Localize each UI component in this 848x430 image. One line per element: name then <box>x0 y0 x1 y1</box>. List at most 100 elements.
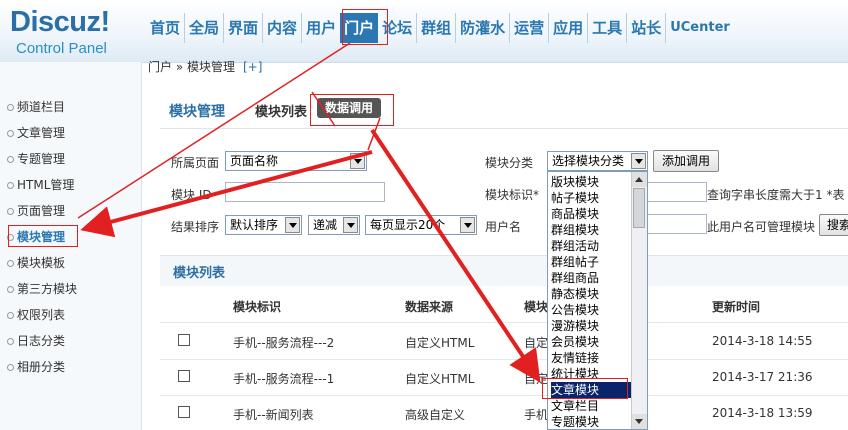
column-header-module: 模块 <box>524 300 549 314</box>
tab-module-list[interactable]: 模块列表 <box>255 101 307 120</box>
breadcrumb: 门户 » 模块管理 [+] <box>148 53 848 81</box>
sidebar-item-html[interactable]: HTML管理 <box>0 172 141 198</box>
page-select-value: 页面名称 <box>230 154 279 168</box>
dropdown-option[interactable]: 群组商品 <box>551 270 631 286</box>
bullet-icon <box>7 260 14 267</box>
sidebar-item-album-category[interactable]: 相册分类 <box>0 354 141 380</box>
column-header-updated: 更新时间 <box>712 300 761 314</box>
dropdown-option[interactable]: 公告模块 <box>551 302 631 318</box>
chevron-down-icon <box>631 153 646 169</box>
row-divider <box>160 395 848 396</box>
dropdown-option[interactable]: 静态模块 <box>551 286 631 302</box>
bullet-icon <box>7 312 14 319</box>
dropdown-option[interactable]: 帖子模块 <box>551 190 631 206</box>
scroll-down-icon[interactable] <box>632 414 647 429</box>
row-checkbox[interactable] <box>178 370 190 382</box>
category-select[interactable]: 选择模块分类 <box>547 151 648 171</box>
username-label: 用户名 <box>485 220 522 234</box>
scroll-up-icon[interactable] <box>632 172 647 187</box>
sidebar-item-label: 日志分类 <box>17 334 66 348</box>
sidebar-item-permissions[interactable]: 权限列表 <box>0 302 141 328</box>
row-ident[interactable]: 手机--服务流程---1 <box>233 370 334 387</box>
nav-tools[interactable]: 工具 <box>587 13 626 43</box>
bullet-icon <box>7 338 14 345</box>
sidebar-item-label: 权限列表 <box>17 308 66 322</box>
nav-ucenter[interactable]: UCenter <box>665 13 734 43</box>
dropdown-option[interactable]: 会员模块 <box>551 334 631 350</box>
sidebar-item-articles[interactable]: 文章管理 <box>0 120 141 146</box>
dropdown-option[interactable]: 文章栏目 <box>551 398 631 414</box>
nav-user[interactable]: 用户 <box>301 13 340 43</box>
dropdown-scrollbar[interactable] <box>631 172 647 429</box>
dropdown-option[interactable]: 群组模块 <box>551 222 631 238</box>
sidebar-item-log-category[interactable]: 日志分类 <box>0 328 141 354</box>
row-checkbox[interactable] <box>178 334 190 346</box>
search-hint: 查询字串长度需大于1 *表 <box>707 188 845 202</box>
row-time: 2014-3-18 13:59 <box>712 406 813 420</box>
perpage-select-value: 每页显示20个 <box>370 218 446 232</box>
bullet-icon <box>7 104 14 111</box>
dropdown-option[interactable]: 漫游模块 <box>551 318 631 334</box>
top-navigation: 首页 全局 界面 内容 用户 门户 论坛 群组 防灌水 运营 应用 工具 站长 … <box>146 12 734 44</box>
sidebar-item-channel[interactable]: 频道栏目 <box>0 94 141 120</box>
sidebar-item-label: 页面管理 <box>17 204 66 218</box>
list-header-bar <box>160 255 848 286</box>
module-id-input[interactable] <box>225 182 385 202</box>
column-header-source: 数据来源 <box>405 300 454 314</box>
sort-label: 结果排序 <box>171 220 220 234</box>
bullet-icon <box>7 286 14 293</box>
scroll-thumb[interactable] <box>633 188 645 228</box>
sidebar-item-topics[interactable]: 专题管理 <box>0 146 141 172</box>
dropdown-option[interactable]: 版块模块 <box>551 174 631 190</box>
chevron-down-icon <box>285 217 300 233</box>
row-source: 自定义HTML <box>405 336 475 350</box>
nav-global[interactable]: 全局 <box>184 13 223 43</box>
sidebar-item-label: 相册分类 <box>17 360 66 374</box>
annotation-box-portal <box>342 9 388 45</box>
sidebar-item-label: 模块模板 <box>17 256 66 270</box>
chevron-down-icon <box>350 153 365 169</box>
dropdown-option[interactable]: 群组活动 <box>551 238 631 254</box>
sidebar-item-module-templates[interactable]: 模块模板 <box>0 250 141 276</box>
list-title: 模块列表 <box>173 266 226 281</box>
row-divider <box>160 322 848 323</box>
bullet-icon <box>7 130 14 137</box>
nav-admin[interactable]: 站长 <box>626 13 665 43</box>
nav-app[interactable]: 应用 <box>548 13 587 43</box>
add-shortcut-link[interactable]: [+] <box>243 60 262 74</box>
sidebar-item-third-party[interactable]: 第三方模块 <box>0 276 141 302</box>
dropdown-option[interactable]: 群组帖子 <box>551 254 631 270</box>
chevron-down-icon <box>460 217 475 233</box>
row-ident[interactable]: 手机--服务流程---2 <box>233 334 334 351</box>
perpage-select[interactable]: 每页显示20个 <box>365 215 477 235</box>
row-source: 自定义HTML <box>405 372 475 386</box>
dropdown-option[interactable]: 商品模块 <box>551 206 631 222</box>
logo-subtitle: Control Panel <box>16 40 107 57</box>
add-call-button[interactable]: 添加调用 <box>653 150 719 172</box>
row-time: 2014-3-18 14:55 <box>712 334 813 348</box>
dropdown-option[interactable]: 专题模块 <box>551 414 631 429</box>
logo-title: Discuz! <box>10 6 110 38</box>
ident-input[interactable] <box>647 182 707 202</box>
nav-interface[interactable]: 界面 <box>223 13 262 43</box>
username-input[interactable] <box>647 214 707 234</box>
search-button[interactable]: 搜索 <box>819 214 848 236</box>
nav-content[interactable]: 内容 <box>262 13 301 43</box>
logo[interactable]: Discuz! Control Panel <box>10 6 140 58</box>
divider <box>160 128 848 129</box>
dropdown-option[interactable]: 友情链接 <box>551 350 631 366</box>
row-checkbox[interactable] <box>178 406 190 418</box>
sort-select[interactable]: 默认排序 <box>225 215 302 235</box>
sidebar-item-pages[interactable]: 页面管理 <box>0 198 141 224</box>
nav-antispam[interactable]: 防灌水 <box>455 13 509 43</box>
order-select[interactable]: 递减 <box>308 215 360 235</box>
row-divider <box>160 359 848 360</box>
breadcrumb-path: 门户 » 模块管理 <box>148 60 235 74</box>
row-ident[interactable]: 手机--新闻列表 <box>233 406 314 423</box>
nav-home[interactable]: 首页 <box>146 13 184 43</box>
nav-operation[interactable]: 运营 <box>509 13 548 43</box>
annotation-box-data-call <box>310 94 394 126</box>
sidebar-item-label: 第三方模块 <box>17 282 78 296</box>
page-select[interactable]: 页面名称 <box>225 151 367 171</box>
nav-group[interactable]: 群组 <box>416 13 455 43</box>
